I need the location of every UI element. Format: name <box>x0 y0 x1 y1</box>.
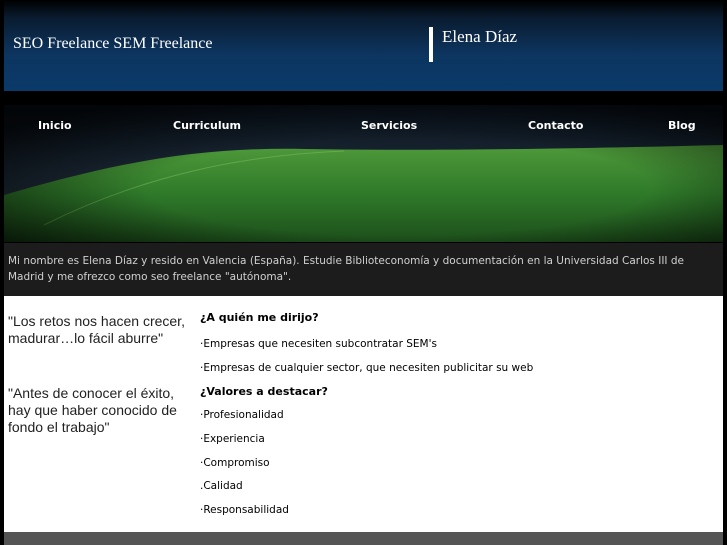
main-content: "Los retos nos hacen crecer, madurar…lo … <box>4 296 723 532</box>
list-item: ·Empresas de cualquier sector, que neces… <box>200 362 534 374</box>
nav-item-blog[interactable]: Blog <box>668 119 696 132</box>
header-divider <box>429 27 433 62</box>
quote-1: "Los retos nos hacen crecer, madurar…lo … <box>8 313 185 346</box>
intro-text: Mi nombre es Elena Díaz y resido en Vale… <box>4 243 723 296</box>
quote-2: "Antes de conocer el éxito, hay que habe… <box>8 385 177 435</box>
list-item: .Calidad <box>200 480 243 492</box>
list-item: ·Compromiso <box>200 457 270 469</box>
footer-bar <box>4 532 723 545</box>
list-item: ·Profesionalidad <box>200 409 284 421</box>
nav-item-servicios[interactable]: Servicios <box>361 119 417 132</box>
section-heading-target: ¿A quién me dirijo? <box>200 311 319 324</box>
site-title[interactable]: SEO Freelance SEM Freelance <box>13 35 212 53</box>
nav-item-contacto[interactable]: Contacto <box>528 119 583 132</box>
owner-name: Elena Díaz <box>442 27 518 46</box>
site-header: SEO Freelance SEM Freelance Elena Díaz <box>4 0 723 91</box>
section-heading-values: ¿Valores a destacar? <box>200 385 328 398</box>
main-nav: Inicio Curriculum Servicios Contacto Blo… <box>4 105 723 149</box>
list-item: ·Empresas que necesiten subcontratar SEM… <box>200 338 437 350</box>
list-item: ·Responsabilidad <box>200 504 289 516</box>
list-item: ·Experiencia <box>200 433 265 445</box>
hero-banner: Inicio Curriculum Servicios Contacto Blo… <box>4 105 723 242</box>
nav-item-inicio[interactable]: Inicio <box>38 119 72 132</box>
nav-item-curriculum[interactable]: Curriculum <box>173 119 241 132</box>
